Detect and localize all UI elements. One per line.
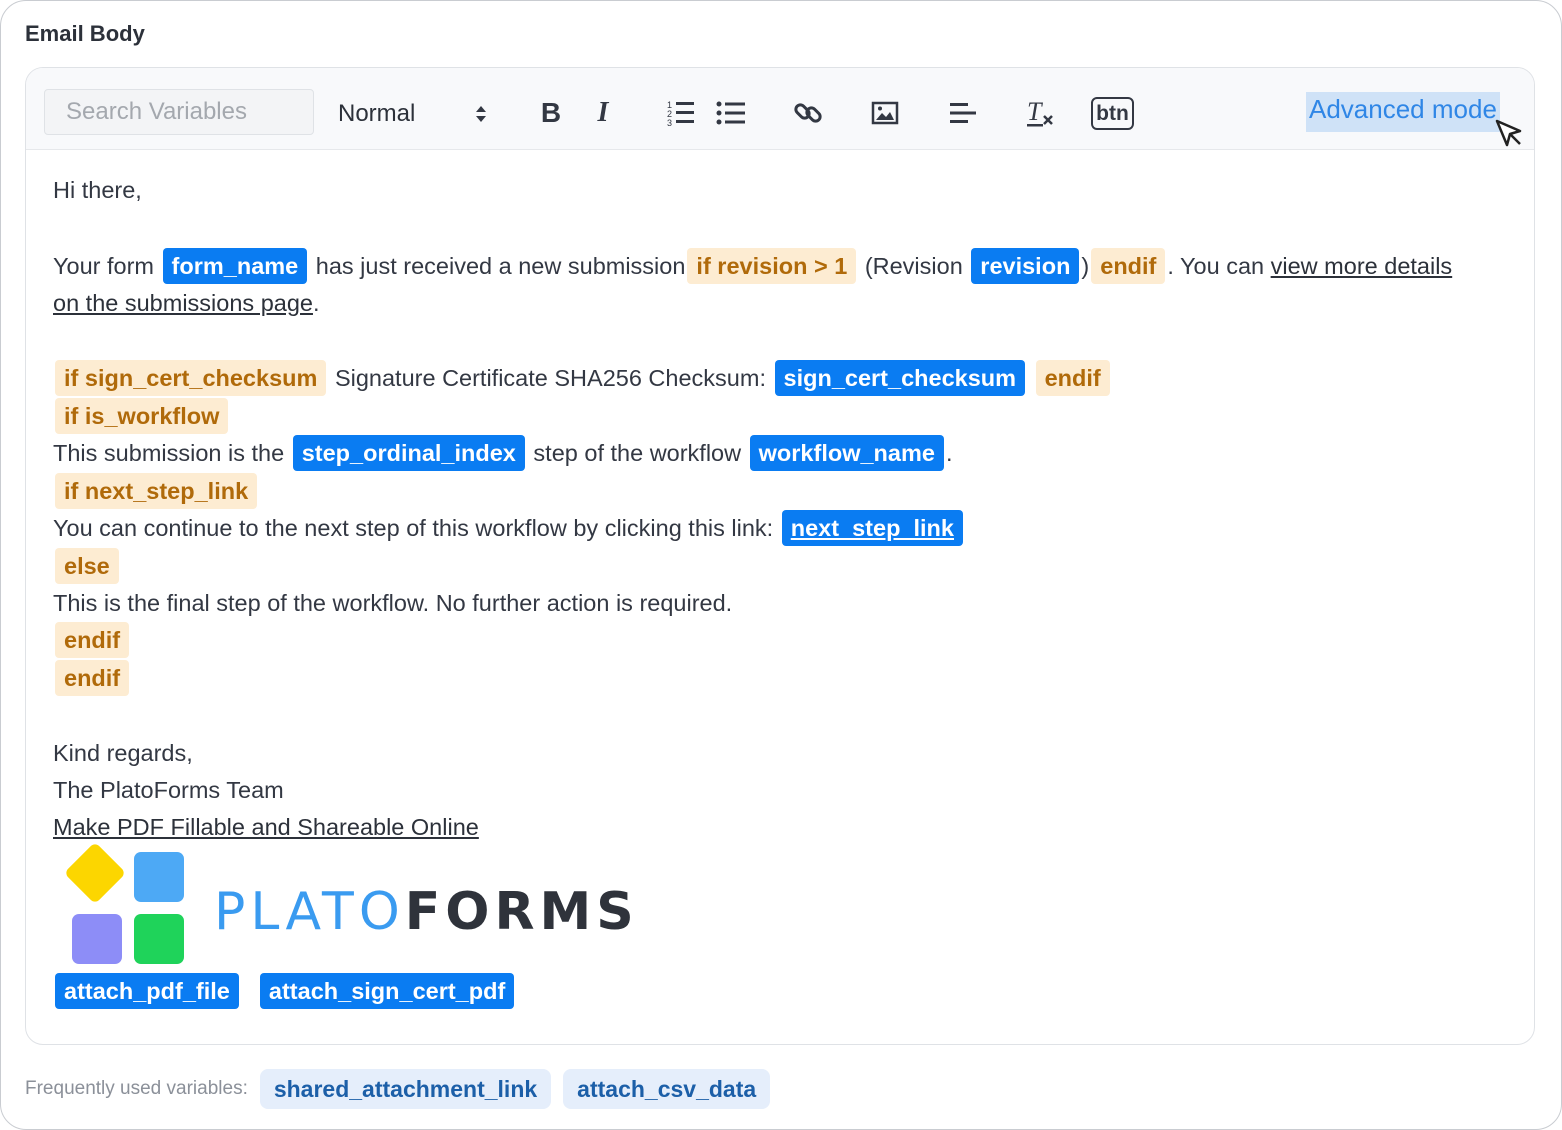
ordered-list-button[interactable]: 1 2 3 [664,96,698,130]
editor-toolbar: Normal B I 1 2 3 [26,68,1534,150]
greeting-text: Hi there, [53,177,142,203]
text-span: You can continue to the next step of thi… [53,515,774,541]
platoforms-logo: PLATOFORMS [64,844,664,972]
bold-button[interactable]: B [534,96,568,130]
text-span: Signature Certificate SHA256 Checksum: [334,365,766,391]
regards-line: Kind regards, [53,735,193,771]
endif-line: endif [53,622,131,658]
endif-line: endif [53,660,131,696]
insert-button-button[interactable]: btn [1091,97,1134,130]
mouse-cursor-icon [1494,118,1524,153]
text-span: . [312,290,320,316]
heading-select-value: Normal [338,100,416,127]
team-line: The PlatoForms Team [53,772,284,808]
condition-endif[interactable]: endif [55,660,130,696]
text-span: . You can [1167,253,1265,279]
continue-line: You can continue to the next step of thi… [53,510,965,546]
step-line: This submission is the step_ordinal_inde… [53,435,952,471]
search-variables-input[interactable] [44,89,314,135]
greeting-line: Hi there, [53,172,142,208]
clear-format-icon: T [1027,98,1053,127]
checksum-line: if sign_cert_checksum Signature Certific… [53,360,1112,396]
attachments-line: attach_pdf_file attach_sign_cert_pdf [53,973,516,1009]
ordered-list-icon: 1 2 3 [667,100,694,127]
variable-next-step-link[interactable]: next_step_link [781,510,963,546]
variable-label: next_step_link [790,515,954,541]
condition-if-sign-cert[interactable]: if sign_cert_checksum [55,360,327,396]
submissions-page-line: on the submissions page. [53,285,320,321]
text-span: Kind regards, [53,740,193,766]
variable-workflow-name[interactable]: workflow_name [749,435,944,471]
svg-text:PLATOFORMS: PLATOFORMS [214,882,639,942]
condition-if-revision[interactable]: if revision > 1 [687,248,857,284]
section-title: Email Body [25,21,145,46]
align-button[interactable] [946,96,980,130]
if-next-step-line: if next_step_link [53,473,259,509]
text-span: This submission is the [53,440,285,466]
heading-select[interactable]: Normal [338,96,498,132]
make-pdf-link[interactable]: Make PDF Fillable and Shareable Online [53,814,479,840]
bullet-list-icon [716,101,745,125]
email-body-panel: Email Body Normal B I 1 2 3 [0,0,1562,1130]
logo-text-plato: PLATO [214,882,405,942]
frequent-variables-bar: Frequently used variables: shared_attach… [25,1069,782,1109]
view-details-link[interactable]: view more details [1271,253,1453,279]
variable-sign-cert-checksum[interactable]: sign_cert_checksum [774,360,1026,396]
text-span: This is the final step of the workflow. … [53,590,733,616]
variable-attach-pdf-file[interactable]: attach_pdf_file [55,973,239,1009]
link-button[interactable] [791,96,825,130]
up-down-caret-icon [474,104,488,129]
submission-line: Your form form_name has just received a … [53,248,1452,284]
text-span: has just received a new submission [315,253,686,279]
link-icon [794,103,822,123]
variable-attach-sign-cert-pdf[interactable]: attach_sign_cert_pdf [259,973,515,1009]
svg-text:T: T [1027,98,1043,126]
make-pdf-line: Make PDF Fillable and Shareable Online [53,809,479,845]
submissions-page-link[interactable]: on the submissions page [53,290,313,316]
chip-attach-csv-data[interactable]: attach_csv_data [563,1069,771,1109]
align-left-icon [950,103,976,123]
clear-format-button[interactable]: T [1024,96,1058,130]
chip-shared-attachment-link[interactable]: shared_attachment_link [259,1069,552,1109]
bullet-list-button[interactable] [714,96,748,130]
frequent-variables-label: Frequently used variables: [25,1078,248,1099]
text-span: The PlatoForms Team [53,777,284,803]
image-button[interactable] [868,96,902,130]
condition-endif[interactable]: endif [55,622,130,658]
final-step-line: This is the final step of the workflow. … [53,585,732,621]
logo-text-forms: FORMS [405,882,639,942]
text-span: step of the workflow [533,440,742,466]
condition-if-next-step-link[interactable]: if next_step_link [55,473,258,509]
condition-else[interactable]: else [55,548,119,584]
condition-endif[interactable]: endif [1035,360,1110,396]
if-workflow-line: if is_workflow [53,398,230,434]
text-span: ) [1081,253,1090,279]
condition-if-is-workflow[interactable]: if is_workflow [55,398,229,434]
variable-form-name[interactable]: form_name [162,248,308,284]
text-span: . [945,440,953,466]
text-span: (Revision [864,253,963,279]
text-span: Your form [53,253,155,279]
variable-step-ordinal-index[interactable]: step_ordinal_index [292,435,525,471]
svg-text:3: 3 [667,118,672,127]
variable-revision[interactable]: revision [971,248,1080,284]
condition-endif[interactable]: endif [1091,248,1166,284]
image-icon [871,101,899,125]
rich-text-editor[interactable]: Normal B I 1 2 3 [25,67,1535,1045]
else-line: else [53,548,121,584]
advanced-mode-link[interactable]: Advanced mode [1306,92,1500,132]
italic-button[interactable]: I [586,96,620,130]
